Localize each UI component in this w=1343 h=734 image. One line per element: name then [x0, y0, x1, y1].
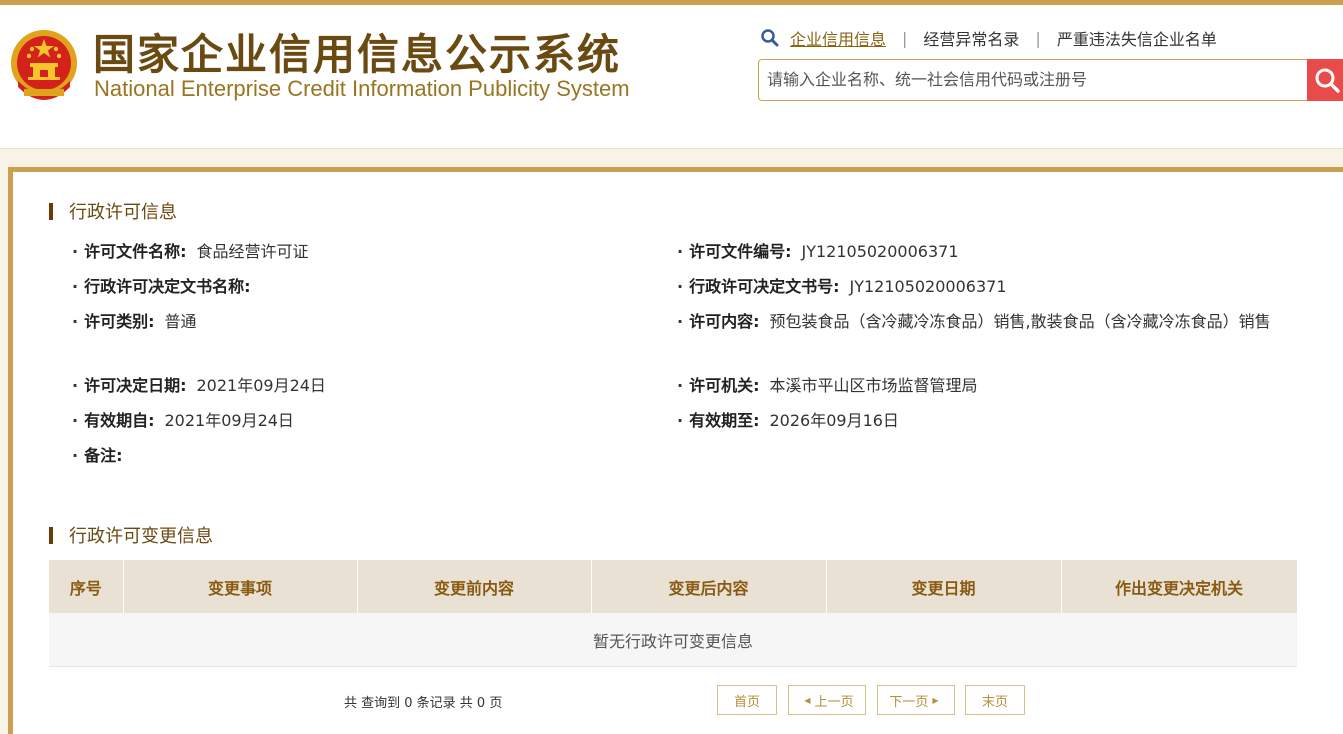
field-label: 许可文件编号: [689, 242, 792, 261]
section-title: 行政许可信息 [69, 202, 177, 223]
field-label: 行政许可决定文书号: [689, 277, 840, 296]
field-label: 许可类别: [84, 312, 155, 331]
empty-message: 暂无行政许可变更信息 [49, 613, 1297, 667]
pager-prev-button[interactable]: ◀ 上一页 [788, 685, 866, 715]
section-marker [49, 526, 53, 544]
site-title-en: National Enterprise Credit Information P… [94, 76, 630, 101]
section-title: 行政许可变更信息 [69, 526, 213, 547]
section-permit-changes: 行政许可变更信息 [49, 522, 213, 548]
nav-enterprise-credit-info[interactable]: 企业信用信息 [790, 26, 886, 50]
pager-last-button[interactable]: 末页 [965, 685, 1025, 715]
table-header-row: 序号 变更事项 变更前内容 变更后内容 变更日期 作出变更决定机关 [49, 560, 1298, 613]
field-label: 许可决定日期: [84, 376, 187, 395]
nav-serious-violation-list[interactable]: 严重违法失信企业名单 [1057, 26, 1217, 50]
field-permit-doc-number: · 许可文件编号: JY12105020006371 [677, 242, 959, 261]
field-value: JY12105020006371 [849, 277, 1007, 296]
field-value: 预包装食品（含冷藏冷冻食品）销售,散装食品（含冷藏冷冻食品）销售 [769, 312, 1271, 331]
search-input[interactable] [759, 60, 1305, 98]
field-permit-authority: · 许可机关: 本溪市平山区市场监督管理局 [677, 376, 978, 395]
pager-first-label: 首页 [733, 694, 760, 710]
field-decision-doc-name: · 行政许可决定文书名称: [72, 277, 251, 296]
section-marker [49, 202, 53, 220]
col-header-index: 序号 [49, 560, 124, 613]
field-permit-doc-name: · 许可文件名称: 食品经营许可证 [72, 242, 309, 261]
pager-next-button[interactable]: 下一页 ▶ [877, 685, 955, 715]
nav-separator: | [1035, 28, 1041, 48]
changes-table: 序号 变更事项 变更前内容 变更后内容 变更日期 作出变更决定机关 暂无行政许可… [49, 560, 1298, 667]
field-label: 行政许可决定文书名称: [84, 277, 251, 296]
magnifier-icon [1315, 68, 1340, 93]
col-header-after: 变更后内容 [591, 560, 827, 613]
field-label: 备注: [84, 446, 123, 465]
field-valid-from: · 有效期自: 2021年09月24日 [72, 411, 294, 430]
field-value: 食品经营许可证 [196, 242, 309, 261]
section-permit-info: 行政许可信息 [49, 198, 177, 224]
pager-next-label: 下一页 [889, 694, 929, 710]
field-value: 本溪市平山区市场监督管理局 [769, 376, 978, 395]
triangle-right-icon: ▶ [932, 695, 939, 705]
field-valid-to: · 有效期至: 2026年09月16日 [677, 411, 899, 430]
pager-last-label: 末页 [981, 694, 1008, 710]
field-label: 许可机关: [689, 376, 760, 395]
triangle-left-icon: ◀ [804, 695, 811, 705]
nav-separator: | [902, 28, 908, 48]
search-button[interactable] [1307, 59, 1343, 101]
col-header-authority: 作出变更决定机关 [1061, 560, 1298, 613]
col-header-change-date: 变更日期 [826, 560, 1062, 613]
field-value: 2021年09月24日 [164, 411, 294, 430]
field-label: 有效期至: [689, 411, 760, 430]
field-permit-content: · 许可内容: 预包装食品（含冷藏冷冻食品）销售,散装食品（含冷藏冷冻食品）销售 [677, 312, 1271, 331]
field-value: JY12105020006371 [801, 242, 959, 261]
field-remark: · 备注: [72, 446, 123, 465]
search-icon [761, 29, 779, 47]
top-navigation: 企业信用信息 | 经营异常名录 | 严重违法失信企业名单 [760, 27, 1217, 49]
table-row: 暂无行政许可变更信息 [49, 613, 1297, 667]
field-permit-type: · 许可类别: 普通 [72, 312, 197, 331]
col-header-change-item: 变更事项 [123, 560, 358, 613]
nav-abnormal-operation-list[interactable]: 经营异常名录 [923, 26, 1019, 50]
field-permit-date: · 许可决定日期: 2021年09月24日 [72, 376, 326, 395]
pager-prev-label: 上一页 [814, 694, 854, 710]
field-label: 许可内容: [689, 312, 760, 331]
pager-summary: 共 查询到 0 条记录 共 0 页 [344, 696, 503, 711]
field-decision-doc-number: · 行政许可决定文书号: JY12105020006371 [677, 277, 1007, 296]
search-box [758, 59, 1343, 101]
pager-first-button[interactable]: 首页 [717, 685, 777, 715]
field-label: 许可文件名称: [84, 242, 187, 261]
field-value: 2021年09月24日 [196, 376, 326, 395]
field-value: 2026年09月16日 [769, 411, 899, 430]
site-header: 国家企业信用信息公示系统 National Enterprise Credit … [0, 5, 1343, 149]
national-emblem-logo [11, 30, 77, 100]
site-title-cn: 国家企业信用信息公示系统 [93, 30, 622, 79]
col-header-before: 变更前内容 [357, 560, 592, 613]
field-value: 普通 [164, 312, 197, 331]
field-label: 有效期自: [84, 411, 155, 430]
